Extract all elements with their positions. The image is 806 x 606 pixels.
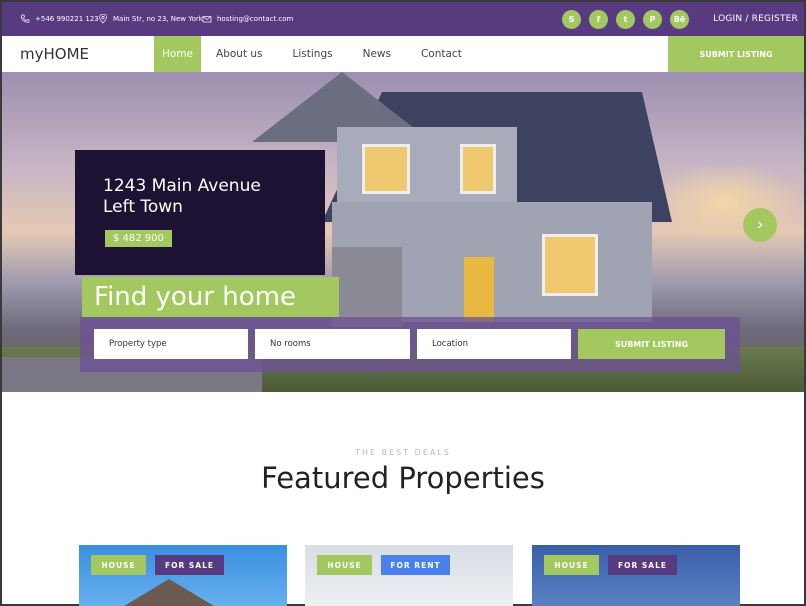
address-line-1: 1243 Main Avenue: [103, 176, 261, 196]
login-register-link[interactable]: LOGIN / REGISTER: [713, 2, 798, 36]
contact-phone: +546 990221 123: [20, 2, 99, 36]
property-type-badge: HOUSE: [544, 555, 599, 575]
contact-address: Main Str, no 23, New York: [98, 2, 203, 36]
hero-headline: Find your home: [82, 277, 339, 317]
house-window: [542, 234, 598, 296]
nav-menu: Home About us Listings News Contact: [154, 36, 477, 72]
contact-email: hosting@contact.com: [202, 2, 293, 36]
section-title: Featured Properties: [261, 461, 545, 495]
nav-item-listings[interactable]: Listings: [278, 36, 348, 72]
house-window: [460, 144, 496, 194]
behance-icon[interactable]: Bē: [670, 10, 689, 29]
property-status-badge: FOR SALE: [608, 555, 677, 575]
phone-number: +546 990221 123: [35, 15, 99, 23]
nav-item-home[interactable]: Home: [154, 36, 202, 72]
pinterest-icon[interactable]: P: [643, 10, 662, 29]
hero-slider: 1243 Main Avenue Left Town $ 482 900 Fin…: [2, 72, 804, 392]
logo-suffix: HOME: [43, 45, 90, 63]
rooms-select[interactable]: No rooms: [255, 329, 410, 359]
slider-next-button[interactable]: ›: [743, 208, 777, 242]
property-type-select[interactable]: Property type: [94, 329, 248, 359]
property-address: 1243 Main Avenue Left Town: [103, 176, 261, 218]
top-bar: +546 990221 123 Main Str, no 23, New Yor…: [2, 2, 804, 36]
address-text: Main Str, no 23, New York: [113, 15, 203, 23]
nav-item-about-us[interactable]: About us: [201, 36, 278, 72]
envelope-icon: [202, 16, 212, 23]
property-card[interactable]: HOUSE FOR SALE: [79, 545, 287, 606]
property-type-badge: HOUSE: [317, 555, 372, 575]
logo-prefix: my: [20, 45, 44, 63]
location-pin-icon: [99, 14, 107, 24]
price-badge: $ 482 900: [105, 230, 172, 247]
main-nav: my HOME Home About us Listings News Conta…: [2, 36, 804, 72]
email-link[interactable]: hosting@contact.com: [217, 15, 293, 23]
section-eyebrow: THE BEST DEALS: [355, 448, 451, 457]
logo[interactable]: my HOME: [20, 36, 89, 72]
nav-item-contact[interactable]: Contact: [406, 36, 477, 72]
property-image: [119, 579, 219, 606]
submit-listing-button[interactable]: SUBMIT LISTING: [668, 36, 804, 72]
social-links: S f t P Bē: [562, 10, 689, 29]
chevron-right-icon: ›: [757, 216, 763, 233]
location-input[interactable]: Location: [417, 329, 571, 359]
property-type-badge: HOUSE: [91, 555, 146, 575]
nav-item-news[interactable]: News: [348, 36, 406, 72]
house-window: [362, 144, 410, 194]
property-card[interactable]: HOUSE FOR SALE: [532, 545, 740, 606]
property-status-badge: FOR RENT: [381, 555, 450, 575]
skype-icon[interactable]: S: [562, 10, 581, 29]
facebook-icon[interactable]: f: [589, 10, 608, 29]
house-garage: [332, 247, 402, 327]
twitter-icon[interactable]: t: [616, 10, 635, 29]
property-card[interactable]: HOUSE FOR RENT: [305, 545, 513, 606]
phone-icon: [20, 14, 30, 23]
search-submit-button[interactable]: SUBMIT LISTING: [578, 329, 725, 359]
house-door: [464, 257, 494, 322]
property-info-card: 1243 Main Avenue Left Town $ 482 900: [75, 150, 325, 275]
address-line-2: Left Town: [103, 197, 183, 217]
property-status-badge: FOR SALE: [155, 555, 224, 575]
search-form: Property type No rooms Location SUBMIT L…: [80, 317, 740, 372]
